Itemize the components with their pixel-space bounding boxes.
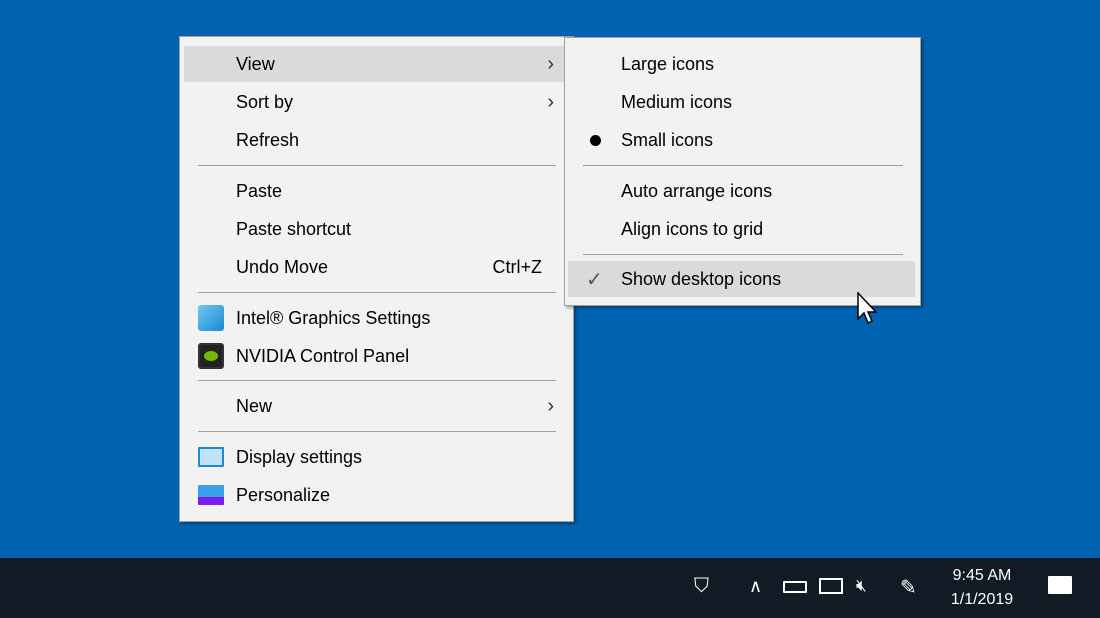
action-center-icon[interactable] <box>1048 576 1072 594</box>
volume-muted-icon[interactable]: 🔇︎ <box>856 576 867 596</box>
intel-graphics-icon <box>198 305 224 331</box>
separator <box>198 431 556 432</box>
people-icon[interactable]: ⛉ <box>694 575 709 598</box>
desktop-context-menu: View › Sort by › Refresh Paste Paste short… <box>179 36 574 522</box>
menu-item-nvidia[interactable]: NVIDIA Control Panel <box>184 338 564 374</box>
menu-item-paste-shortcut[interactable]: Paste shortcut <box>184 211 564 247</box>
menu-item-undo-move[interactable]: Undo Move Ctrl+Z <box>184 249 564 285</box>
menu-item-view[interactable]: View › <box>184 46 564 82</box>
mouse-cursor-icon <box>857 292 878 325</box>
personalize-icon <box>198 485 224 505</box>
power-battery-icon[interactable] <box>783 581 807 593</box>
pen-workspace-icon[interactable]: ✎ <box>900 575 917 600</box>
submenu-item-medium-icons[interactable]: Medium icons <box>569 84 916 120</box>
chevron-right-icon: › <box>547 52 554 75</box>
menu-item-sort-by[interactable]: Sort by › <box>184 84 564 120</box>
separator <box>583 165 903 166</box>
show-hidden-icons-chevron-icon[interactable]: ∧ <box>749 576 762 597</box>
menu-item-display-settings[interactable]: Display settings <box>184 439 564 475</box>
chevron-right-icon: › <box>547 394 554 417</box>
clock-date: 1/1/2019 <box>950 591 1014 608</box>
menu-item-intel-graphics[interactable]: Intel® Graphics Settings <box>184 300 564 336</box>
clock-time: 9:45 AM <box>952 567 1012 584</box>
menu-item-refresh[interactable]: Refresh <box>184 122 564 158</box>
submenu-item-small-icons[interactable]: Small icons <box>569 122 916 158</box>
submenu-item-align-to-grid[interactable]: Align icons to grid <box>569 211 916 247</box>
separator <box>583 254 903 255</box>
display-icon <box>198 447 224 467</box>
separator <box>198 165 556 166</box>
separator <box>198 292 556 293</box>
menu-item-personalize[interactable]: Personalize <box>184 477 564 513</box>
taskbar: ⛉ ∧ 🔇︎ ✎ 9:45 AM 1/1/2019 <box>0 558 1100 618</box>
menu-item-paste[interactable]: Paste <box>184 173 564 209</box>
nvidia-icon <box>198 343 224 369</box>
submenu-item-large-icons[interactable]: Large icons <box>569 46 916 82</box>
chevron-right-icon: › <box>547 90 554 113</box>
radio-bullet-icon <box>590 134 601 146</box>
checkmark-icon: ✓ <box>586 268 603 291</box>
submenu-item-auto-arrange[interactable]: Auto arrange icons <box>569 173 916 209</box>
view-submenu: Large icons Medium icons Small icons Aut… <box>564 37 921 306</box>
menu-item-new[interactable]: New › <box>184 388 564 424</box>
separator <box>198 380 556 381</box>
network-icon[interactable] <box>819 578 843 594</box>
clock[interactable]: 9:45 AM 1/1/2019 <box>940 564 1024 612</box>
